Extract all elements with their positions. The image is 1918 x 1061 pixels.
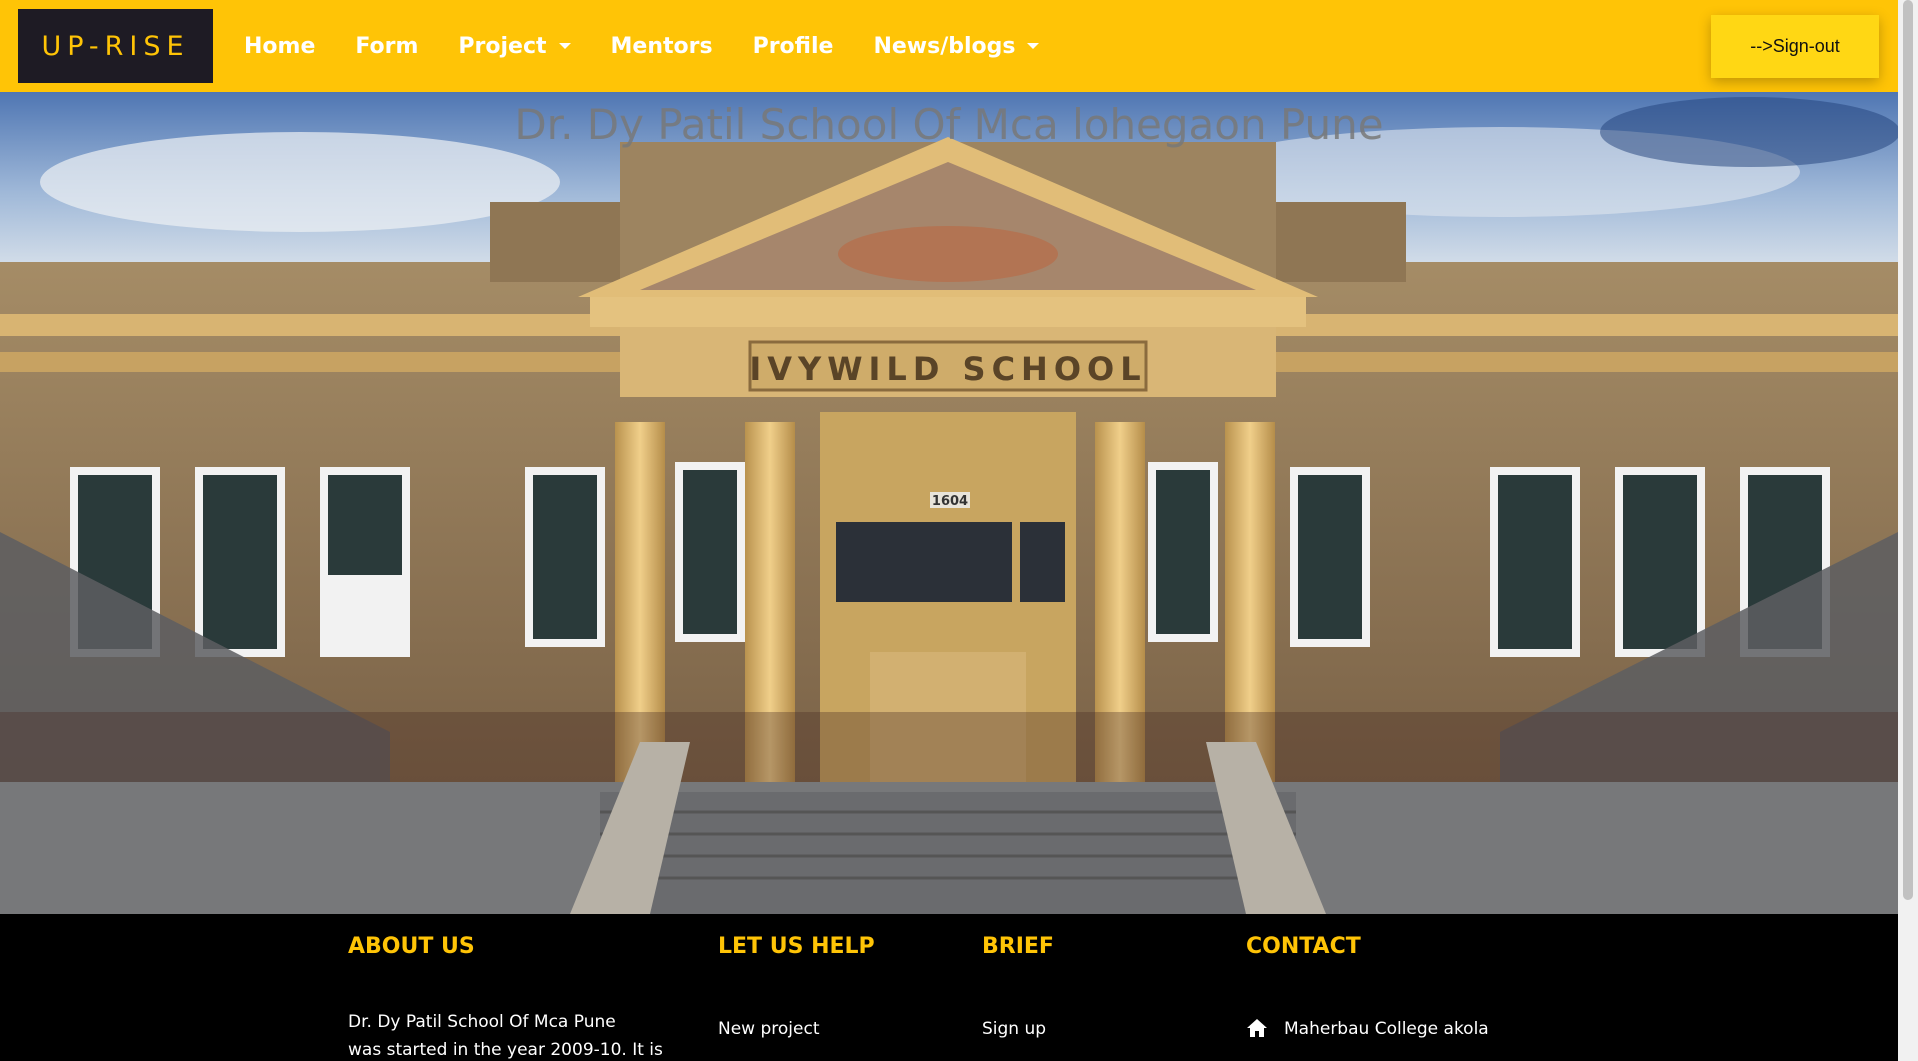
- top-navbar: UP-RISE Home Form Project Mentors Profil…: [0, 0, 1898, 92]
- footer-about-line2: was started in the year 2009-10. It is: [348, 1040, 663, 1060]
- nav-news-dropdown[interactable]: News/blogs: [873, 33, 1040, 59]
- nav-project-label: Project: [458, 33, 547, 59]
- nav-news-label: News/blogs: [873, 33, 1016, 59]
- nav-home-link[interactable]: Home: [244, 34, 315, 59]
- nav-profile-label: Profile: [752, 33, 834, 59]
- nav-mentors-label: Mentors: [610, 33, 713, 59]
- footer-about-heading: ABOUT US: [348, 934, 475, 959]
- footer-contact-address: Maherbau College akola: [1284, 1019, 1489, 1039]
- footer-signup-link[interactable]: Sign up: [982, 1015, 1046, 1043]
- scrollbar-thumb[interactable]: [1903, 0, 1913, 900]
- nav-project-dropdown[interactable]: Project: [458, 33, 571, 59]
- home-icon: [1247, 1019, 1267, 1037]
- nav-profile-link[interactable]: Profile: [753, 34, 834, 59]
- nav-home-label: Home: [244, 33, 316, 59]
- nav-form-label: Form: [355, 33, 419, 59]
- chevron-down-icon: [558, 43, 571, 49]
- footer-about-line1: Dr. Dy Patil School Of Mca Pune: [348, 1012, 616, 1032]
- sign-out-button[interactable]: -->Sign-out: [1711, 15, 1879, 78]
- footer-brief-heading: BRIEF: [982, 934, 1054, 959]
- site-footer: ABOUT US Dr. Dy Patil School Of Mca Pune…: [0, 914, 1898, 1061]
- hero-banner: IVYWILD SCHOOL 1604 Dr. Dy Patil School …: [0, 92, 1898, 914]
- brand-logo[interactable]: UP-RISE: [18, 9, 213, 83]
- nav-menu: Home Form Project Mentors Profile News/b…: [244, 0, 1079, 92]
- hero-title: Dr. Dy Patil School Of Mca lohegaon Pune: [514, 100, 1384, 149]
- svg-text:IVYWILD SCHOOL: IVYWILD SCHOOL: [749, 350, 1146, 388]
- svg-text:1604: 1604: [932, 494, 968, 509]
- footer-help-heading: LET US HELP: [718, 934, 875, 959]
- footer-contact-heading: CONTACT: [1246, 934, 1361, 959]
- chevron-down-icon: [1027, 43, 1040, 49]
- nav-form-link[interactable]: Form: [355, 34, 418, 59]
- footer-new-project-link[interactable]: New project: [718, 1015, 820, 1043]
- school-building-image: IVYWILD SCHOOL 1604: [0, 92, 1898, 914]
- nav-mentors-link[interactable]: Mentors: [611, 34, 713, 59]
